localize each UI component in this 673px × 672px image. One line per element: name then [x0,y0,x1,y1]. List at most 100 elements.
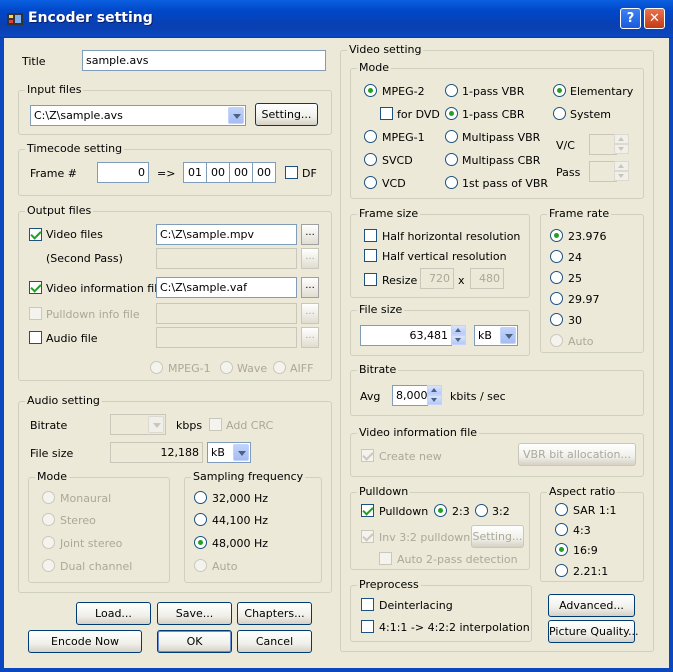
pulldown-info-label: Pulldown info file [46,308,140,321]
resize-width-input: 720 [420,268,454,289]
deinterlacing-checkbox[interactable] [361,598,374,611]
freq-auto-label: Auto [212,560,238,573]
interpolation-checkbox[interactable] [361,620,374,633]
timecode-hours[interactable]: 01 [183,162,207,183]
rate-24-label: 24 [568,251,582,264]
first-pass-vbr-radio[interactable] [445,176,458,189]
file-size-spinner[interactable] [451,325,466,346]
video-files-checkbox[interactable] [29,228,42,241]
arrow-label: => [157,167,176,180]
load-button[interactable]: Load... [76,602,151,625]
aspect-221-label: 2.21:1 [573,565,609,578]
bitrate-input[interactable]: 8,000 [392,385,428,406]
pulldown-32-radio[interactable] [475,504,488,517]
vbr-allocation-button: VBR bit allocation... [518,443,636,466]
frame-label: Frame # [30,167,77,180]
mpeg2-radio[interactable] [364,84,377,97]
half-horizontal-label: Half horizontal resolution [382,230,521,243]
app-icon [7,13,23,25]
freq-44100-radio[interactable] [194,513,207,526]
audio-format-aiff-label: AIFF [290,362,314,375]
audio-format-wave-radio [220,361,233,374]
chevron-down-icon[interactable] [233,444,249,461]
rate-25-label: 25 [568,272,582,285]
video-files-browse-button[interactable]: ... [301,224,319,245]
bitrate-unit-label: kbits / sec [450,390,506,403]
mode-joint-stereo-label: Joint stereo [60,537,123,550]
picture-quality-button[interactable]: Picture Quality... [548,620,639,643]
frame-input[interactable]: 0 [97,162,149,183]
bitrate-spinner[interactable] [427,385,442,406]
input-setting-button[interactable]: Setting... [255,103,318,126]
file-size-input[interactable]: 63,481 [360,325,452,346]
chevron-down-icon[interactable] [500,327,516,344]
audio-file-checkbox[interactable] [29,331,42,344]
video-files-label: Video files [46,228,103,241]
second-pass-browse-button: ... [301,248,319,269]
pass1-vbr-radio[interactable] [445,84,458,97]
audio-format-mpeg1-radio [150,361,163,374]
title-input[interactable]: sample.avs [82,50,326,71]
multipass-vbr-radio[interactable] [445,130,458,143]
encode-now-button[interactable]: Encode Now [28,630,142,653]
chevron-down-icon [148,416,164,433]
aspect-169-label: 16:9 [573,544,598,557]
mode-monaural-radio [42,491,55,504]
rate-30-radio[interactable] [550,313,563,326]
rate-2997-label: 29.97 [568,293,600,306]
mpeg1-radio[interactable] [364,130,377,143]
advanced-button[interactable]: Advanced... [548,594,635,617]
chapters-button[interactable]: Chapters... [237,602,312,625]
video-files-input[interactable]: C:\Z\sample.mpv [156,224,297,245]
video-info-checkbox[interactable] [29,281,42,294]
audio-bitrate-label: Bitrate [30,419,68,432]
cancel-button[interactable]: Cancel [237,630,312,653]
freq-48000-label: 48,000 Hz [212,537,269,550]
resize-checkbox[interactable] [364,273,377,286]
title-bar[interactable]: Encoder setting ? ✕ [0,0,673,38]
system-radio[interactable] [553,107,566,120]
multipass-cbr-radio[interactable] [445,153,458,166]
half-vertical-checkbox[interactable] [364,249,377,262]
pass1-cbr-radio[interactable] [445,107,458,120]
rate-auto-label: Auto [568,335,594,348]
kbps-label: kbps [176,419,203,432]
help-button[interactable]: ? [620,8,641,29]
video-info-input[interactable]: C:\Z\sample.vaf [156,277,297,298]
pulldown-checkbox[interactable] [361,504,374,517]
vcd-radio[interactable] [364,176,377,189]
input-file-select[interactable]: C:\Z\sample.avs [30,105,246,126]
rate-2997-radio[interactable] [550,292,563,305]
rate-25-radio[interactable] [550,271,563,284]
rate-24-radio[interactable] [550,250,563,263]
rate-auto-radio [550,334,563,347]
aspect-43-radio[interactable] [555,523,568,536]
rate-23976-radio[interactable] [550,229,563,242]
aspect-169-radio[interactable] [555,543,568,556]
for-dvd-checkbox[interactable] [380,107,393,120]
elementary-radio[interactable] [553,84,566,97]
svcd-radio[interactable] [364,153,377,166]
aspect-sar-radio[interactable] [555,503,568,516]
aspect-ratio-label: Aspect ratio [547,485,618,498]
video-info-browse-button[interactable]: ... [301,277,319,298]
half-horizontal-checkbox[interactable] [364,229,377,242]
df-checkbox[interactable] [285,166,298,179]
rate-23976-label: 23.976 [568,230,607,243]
freq-48000-radio[interactable] [194,536,207,549]
audio-file-size-label: File size [30,447,74,460]
timecode-minutes[interactable]: 00 [206,162,230,183]
chevron-down-icon[interactable] [228,107,244,124]
preprocess-label: Preprocess [357,578,421,591]
video-info-file-label: Video information file [357,426,480,439]
ok-button[interactable]: OK [157,630,232,653]
save-button[interactable]: Save... [157,602,232,625]
close-button[interactable]: ✕ [644,8,665,29]
frame-rate-label: Frame rate [547,207,612,220]
timecode-frames[interactable]: 00 [252,162,276,183]
pulldown-setting-button: Setting... [471,525,524,548]
freq-32000-radio[interactable] [194,491,207,504]
aspect-221-radio[interactable] [555,564,568,577]
pulldown-23-radio[interactable] [434,504,447,517]
timecode-seconds[interactable]: 00 [229,162,253,183]
